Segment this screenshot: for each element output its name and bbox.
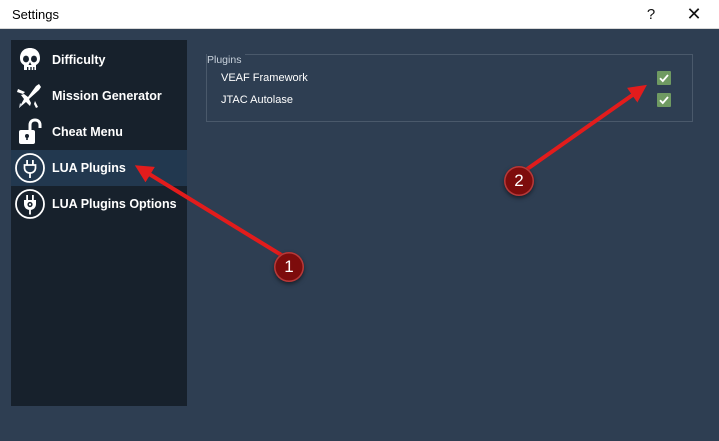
- checkmark-icon: [659, 96, 669, 105]
- sidebar-item-difficulty[interactable]: Difficulty: [11, 42, 187, 78]
- skull-icon: [13, 43, 47, 77]
- sidebar-item-label: Mission Generator: [52, 89, 162, 103]
- sidebar-item-label: Difficulty: [52, 53, 106, 67]
- plugin-label: JTAC Autolase: [221, 94, 293, 106]
- sidebar-item-lua-plugins[interactable]: LUA Plugins: [11, 150, 187, 186]
- window-title: Settings: [12, 7, 59, 22]
- plug-icon: [13, 151, 47, 185]
- plugin-checkbox-jtac-autolase[interactable]: [657, 93, 671, 107]
- plugins-groupbox: Plugins VEAF Framework JTAC Autolase: [206, 54, 693, 122]
- sidebar-item-label: LUA Plugins Options: [52, 197, 177, 211]
- title-bar: Settings ? ✕: [0, 0, 719, 29]
- sidebar-item-label: LUA Plugins: [52, 161, 126, 175]
- sidebar-item-lua-plugins-options[interactable]: LUA Plugins Options: [11, 186, 187, 222]
- close-button[interactable]: ✕: [675, 0, 713, 29]
- settings-sidebar: Difficulty Mission Generator Cheat Menu: [11, 40, 187, 406]
- fighter-jet-icon: [13, 79, 47, 113]
- plugin-row-jtac-autolase: JTAC Autolase: [221, 92, 681, 110]
- help-button[interactable]: ?: [632, 0, 670, 29]
- checkmark-icon: [659, 74, 669, 83]
- plugin-row-veaf-framework: VEAF Framework: [221, 70, 681, 88]
- sidebar-item-cheat-menu[interactable]: Cheat Menu: [11, 114, 187, 150]
- plugins-group-label: Plugins: [207, 54, 246, 66]
- sidebar-item-label: Cheat Menu: [52, 125, 123, 139]
- plugin-label: VEAF Framework: [221, 72, 308, 84]
- annotation-badge-1: 1: [274, 252, 304, 282]
- help-icon: ?: [646, 6, 656, 23]
- close-icon: ✕: [686, 4, 702, 24]
- plug-settings-icon: [13, 187, 47, 221]
- plugin-checkbox-veaf-framework[interactable]: [657, 71, 671, 85]
- annotation-badge-2: 2: [504, 166, 534, 196]
- unlocked-padlock-icon: [13, 115, 47, 149]
- sidebar-item-mission-generator[interactable]: Mission Generator: [11, 78, 187, 114]
